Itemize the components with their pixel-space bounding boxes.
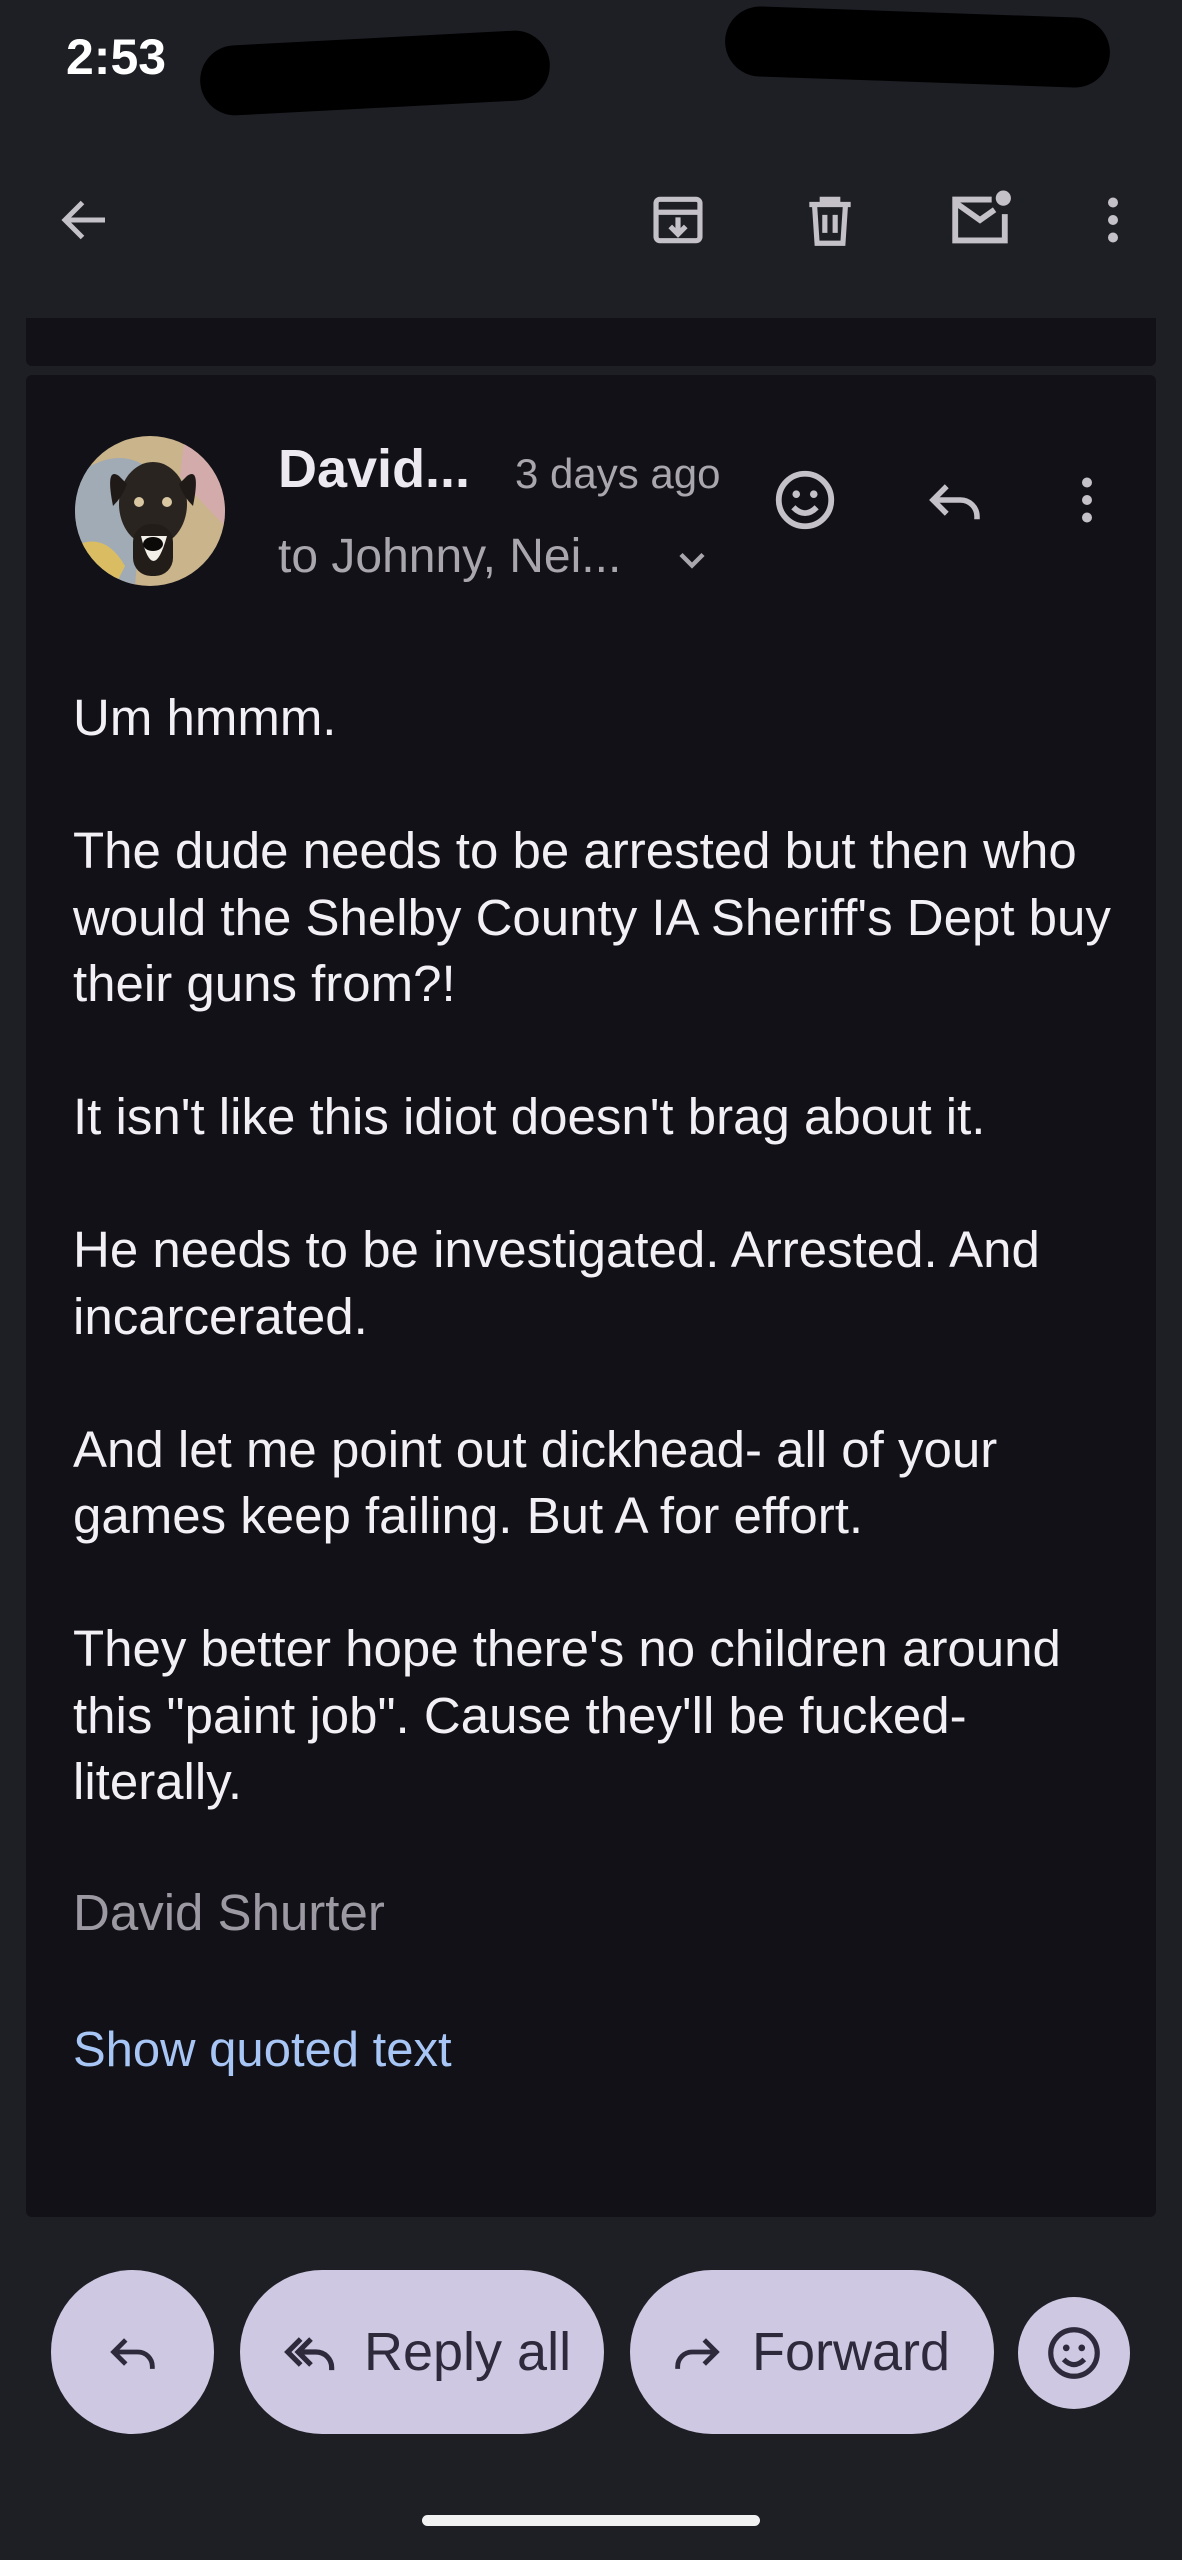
- reply-icon: [109, 2338, 155, 2369]
- add-reaction-button[interactable]: [760, 455, 850, 545]
- trash-icon: [809, 196, 851, 246]
- forward-button[interactable]: Forward: [630, 2270, 994, 2434]
- status-bar: 2:53: [0, 0, 1182, 120]
- reply-button[interactable]: [51, 2270, 214, 2434]
- message-more-button[interactable]: [1042, 455, 1132, 545]
- delete-button[interactable]: [785, 175, 875, 265]
- more-vert-icon: [1108, 197, 1118, 243]
- body-paragraph: They better hope there's no children aro…: [73, 1620, 1061, 1810]
- archive-button[interactable]: [633, 175, 723, 265]
- signature: David Shurter: [73, 1884, 385, 1941]
- mark-unread-button[interactable]: [935, 175, 1025, 265]
- reply-icon: [929, 484, 980, 520]
- archive-icon: [653, 196, 703, 244]
- redaction-mark: [723, 5, 1112, 89]
- mail-unread-icon: [952, 190, 1011, 244]
- avatar[interactable]: [75, 436, 225, 586]
- top-toolbar: [0, 150, 1182, 285]
- body-paragraph: And let me point out dickhead- all of yo…: [73, 1420, 998, 1545]
- recipients-summary[interactable]: to Johnny, Nei...: [278, 529, 621, 584]
- reply-all-icon: [284, 2337, 335, 2371]
- status-time: 2:53: [66, 29, 167, 85]
- message-body: Um hmmm. The dude needs to be arrested b…: [73, 685, 1123, 1882]
- forward-icon: [675, 2338, 720, 2369]
- chevron-down-icon[interactable]: [670, 538, 714, 582]
- home-indicator[interactable]: [422, 2515, 760, 2526]
- reply-all-button[interactable]: Reply all: [240, 2270, 604, 2434]
- body-paragraph: It isn't like this idiot doesn't brag ab…: [73, 1088, 986, 1145]
- body-paragraph: The dude needs to be arrested but then w…: [73, 822, 1111, 1012]
- arrow-back-icon: [61, 200, 105, 240]
- back-button[interactable]: [40, 175, 130, 265]
- sender-name[interactable]: David...: [278, 438, 470, 500]
- emoji-icon: [1048, 2327, 1100, 2379]
- body-paragraph: He needs to be investigated. Arrested. A…: [73, 1221, 1040, 1345]
- reply-all-label: Reply all: [364, 2322, 572, 2382]
- redaction-mark: [198, 28, 552, 118]
- action-bar: Reply all Forward: [0, 2270, 1182, 2434]
- body-paragraph: Um hmmm.: [73, 689, 337, 746]
- show-quoted-text-link[interactable]: Show quoted text: [73, 2022, 452, 2078]
- previous-message-card[interactable]: [26, 318, 1156, 366]
- emoji-icon: [775, 470, 835, 530]
- react-button[interactable]: [1018, 2297, 1130, 2409]
- more-options-button[interactable]: [1068, 175, 1158, 265]
- message-time: 3 days ago: [515, 450, 721, 497]
- more-vert-icon: [1082, 477, 1092, 523]
- dog-photo: [75, 436, 225, 586]
- reply-button[interactable]: [910, 455, 1000, 545]
- forward-label: Forward: [752, 2322, 951, 2382]
